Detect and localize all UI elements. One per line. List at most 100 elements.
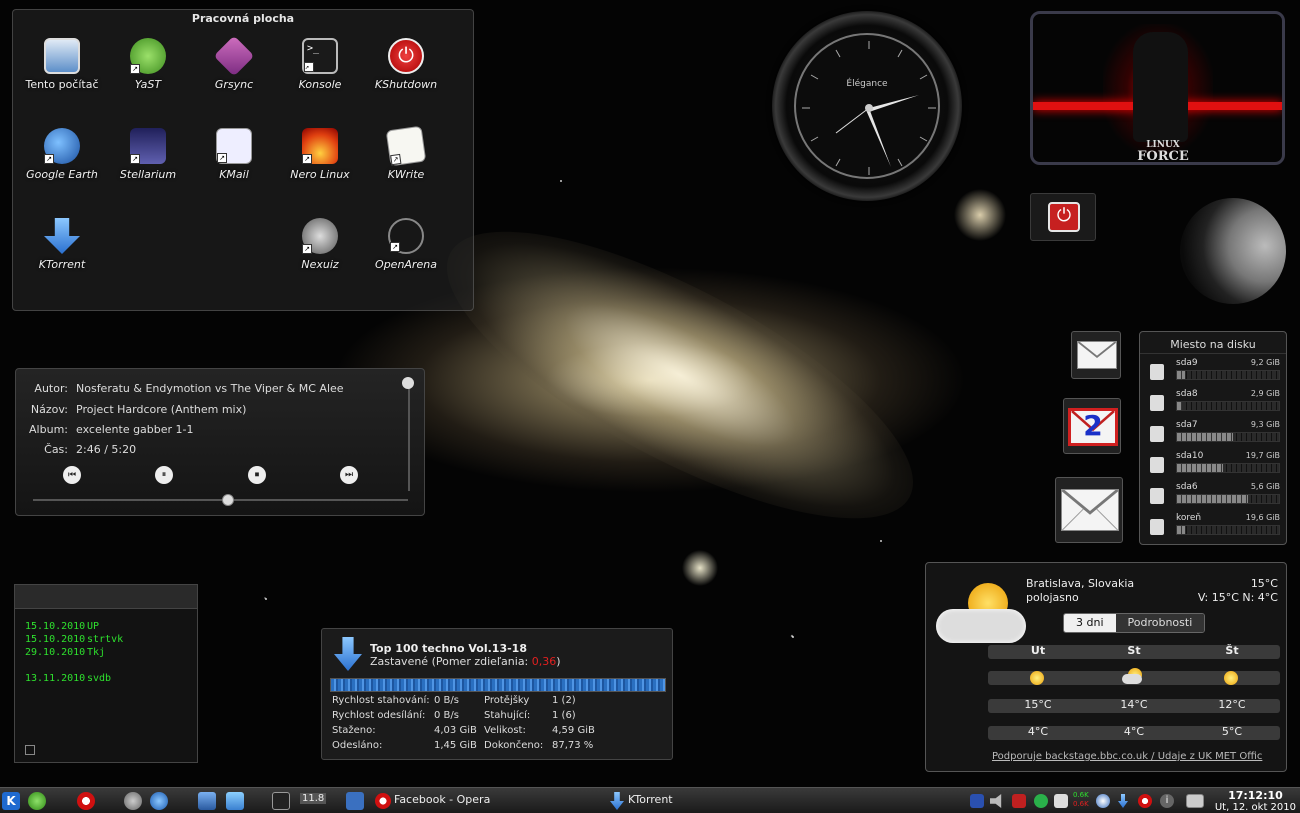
disk-name: sda8: [1176, 389, 1198, 399]
desktop-icon-kwrite[interactable]: ↗ KWrite: [362, 125, 450, 181]
icon-label: Stellarium: [119, 168, 177, 181]
now-playing-widget[interactable]: Autor: Nosferatu & Endymotion vs The Vip…: [15, 368, 425, 516]
desktop-icon-yast[interactable]: ↗ YaST: [104, 38, 192, 91]
desktop-icon-kmail[interactable]: ↗ KMail: [190, 128, 278, 181]
desktop-folder-view[interactable]: Pracovná plocha Tento počítač ↗ YaST Grs…: [12, 9, 474, 311]
previous-track-icon[interactable]: ⏮: [63, 466, 81, 484]
weather-widget[interactable]: Bratislava, Slovakia polojasno 15°C V: 1…: [925, 562, 1287, 772]
stat-label: Protějšky: [484, 695, 530, 706]
kde-menu-icon[interactable]: K: [2, 792, 20, 810]
stat-value: 4,03 GiB: [434, 725, 477, 736]
shutdown-applet[interactable]: ⏻: [1030, 193, 1096, 241]
disk-size: 19,6 GiB: [1245, 513, 1280, 522]
resize-handle-icon[interactable]: [25, 745, 35, 755]
logo-text-bottom: FORCE: [1137, 149, 1189, 164]
tab-3-days[interactable]: 3 dni: [1064, 614, 1116, 632]
disk-row[interactable]: koreň 19,6 GiB: [1148, 513, 1280, 541]
monitor-icon[interactable]: [1186, 794, 1204, 808]
desktop-icon-openarena[interactable]: ↗ OpenArena: [362, 218, 450, 271]
stat-label: Stahující:: [484, 710, 531, 721]
konqueror-icon[interactable]: [150, 792, 168, 810]
weather-credit-link[interactable]: Podporuje backstage.bbc.co.uk / Údaje z …: [992, 751, 1282, 762]
linux-force-picture-frame[interactable]: LINUX FORCE: [1030, 11, 1285, 165]
mail-notifier-1[interactable]: [1071, 331, 1121, 379]
stellarium-icon: ↗: [130, 128, 166, 164]
opensuse-icon[interactable]: [28, 792, 46, 810]
task-ktorrent[interactable]: KTorrent: [628, 793, 673, 806]
torrent-name: Top 100 techno Vol.13-18: [370, 642, 527, 655]
disk-size: 9,2 GiB: [1250, 358, 1280, 367]
notes-widget[interactable]: 15.10.2010 UP 15.10.2010 strtvk 29.10.2010…: [14, 584, 198, 763]
volume-slider-handle[interactable]: [402, 377, 414, 389]
hard-drive-icon: [1150, 457, 1164, 473]
stat-value: 1 (2): [552, 695, 576, 706]
artist-value: Nosferatu & Endymotion vs The Viper & MC…: [76, 382, 344, 395]
disk-row[interactable]: sda7 9,3 GiB: [1148, 420, 1280, 448]
star: [560, 180, 562, 182]
disk-usage-fill: [1177, 371, 1186, 379]
clipboard-icon[interactable]: [1054, 794, 1068, 808]
stop-icon[interactable]: ⏹: [248, 466, 266, 484]
show-desktop-icon[interactable]: [198, 792, 216, 810]
volume-icon[interactable]: [990, 794, 1002, 808]
net-up: 0.6K: [1073, 791, 1089, 799]
taskbar-clock[interactable]: 17:12:10 Ut, 12. okt 2010: [1215, 789, 1296, 813]
disk-row[interactable]: sda6 5,6 GiB: [1148, 482, 1280, 510]
next-track-icon[interactable]: ⏭: [340, 466, 358, 484]
torrent-share-ratio: 0,36: [531, 655, 557, 668]
stat-value: 1,45 GiB: [434, 740, 477, 751]
desktop-icon-nexuiz[interactable]: ↗ Nexuiz: [276, 218, 364, 271]
stat-label: Velikost:: [484, 725, 526, 736]
icon-label: OpenArena: [375, 258, 437, 271]
pause-icon[interactable]: ⏸: [155, 466, 173, 484]
current-temperature: 15°C: [1250, 577, 1278, 590]
tab-details[interactable]: Podrobnosti: [1115, 614, 1205, 632]
mail-notifier-unread[interactable]: 2: [1063, 398, 1121, 454]
opera-tray-icon[interactable]: [1138, 794, 1152, 808]
network-monitor-icon[interactable]: [1012, 794, 1026, 808]
terminal-icon[interactable]: [272, 792, 290, 810]
info-icon[interactable]: i: [1160, 794, 1174, 808]
volume-track[interactable]: [408, 383, 410, 491]
note-line: 15.10.2010 UP: [25, 621, 99, 632]
network-icon[interactable]: [1096, 794, 1110, 808]
note-date: 13.11.2010: [25, 673, 86, 684]
desktop-icon-stellarium[interactable]: ↗ Stellarium: [104, 128, 192, 181]
mail-notifier-3[interactable]: [1055, 477, 1123, 543]
desktop-icon-computer[interactable]: Tento počítač: [18, 38, 106, 91]
disk-row[interactable]: sda10 19,7 GiB: [1148, 451, 1280, 479]
disk-name: koreň: [1176, 513, 1202, 523]
disk-row[interactable]: sda8 2,9 GiB: [1148, 389, 1280, 417]
desktop-icon-google-earth[interactable]: ↗ Google Earth: [18, 128, 106, 181]
keyboard-icon[interactable]: [970, 794, 984, 808]
mail-icon[interactable]: [346, 792, 364, 810]
disk-row[interactable]: sda9 9,2 GiB: [1148, 358, 1280, 386]
disk-name: sda9: [1176, 358, 1198, 368]
disk-size: 5,6 GiB: [1250, 482, 1280, 491]
icon-label: Google Earth: [26, 168, 98, 181]
desktop-icon-grsync[interactable]: Grsync: [190, 35, 278, 91]
yast-icon[interactable]: [124, 792, 142, 810]
clock-brand: Élégance: [846, 79, 888, 89]
stat-label: Staženo:: [332, 725, 376, 736]
desktop-icon-konsole[interactable]: >_ ↗ Konsole: [276, 38, 364, 91]
desktop-icon-ktorrent[interactable]: KTorrent: [18, 218, 106, 271]
seek-slider-handle[interactable]: [222, 494, 234, 506]
analog-clock-widget[interactable]: Élégance: [772, 11, 962, 201]
icon-label: KWrite: [387, 168, 425, 181]
pager-desktop[interactable]: 11.8: [300, 793, 327, 804]
opera-icon[interactable]: [77, 792, 95, 810]
update-icon[interactable]: [1034, 794, 1048, 808]
seek-track[interactable]: [33, 499, 408, 501]
envelope-icon: [1061, 489, 1119, 531]
disk-space-widget[interactable]: Miesto na disku sda9 9,2 GiB sda8 2,9 Gi…: [1139, 331, 1287, 545]
forecast-day: Št: [1225, 644, 1239, 657]
ktorrent-widget[interactable]: Top 100 techno Vol.13-18 Zastavené (Pome…: [321, 628, 673, 760]
ktorrent-tray-icon[interactable]: [1118, 794, 1128, 808]
desktop-icon-kshutdown[interactable]: ⏻ KShutdown: [362, 38, 450, 91]
desktop-icon-nero[interactable]: ↗ Nero Linux: [276, 128, 364, 181]
power-icon[interactable]: ⏻: [1048, 202, 1080, 232]
star: [265, 598, 267, 600]
task-opera[interactable]: Facebook - Opera: [394, 793, 490, 806]
dolphin-icon[interactable]: [226, 792, 244, 810]
